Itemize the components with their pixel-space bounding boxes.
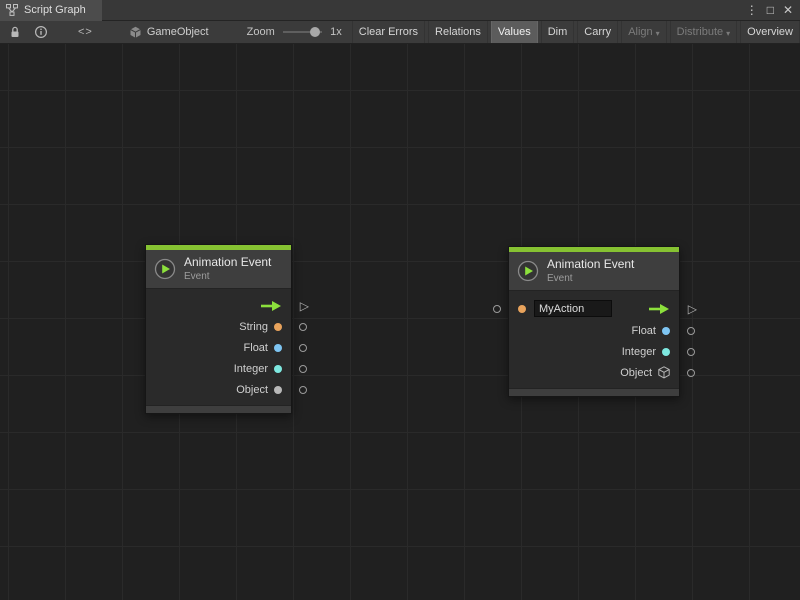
window-titlebar: Script Graph ⋮ □ ✕ <box>0 0 800 21</box>
flow-arrow-icon <box>648 303 670 315</box>
object-output-port[interactable] <box>299 386 307 394</box>
zoom-value: 1x <box>330 26 342 38</box>
string-dot-icon <box>274 323 282 331</box>
graph-toolbar: <> GameObject Zoom 1x Clear Errors Relat… <box>0 21 800 44</box>
float-dot-icon <box>662 327 670 335</box>
clear-errors-button[interactable]: Clear Errors <box>352 21 425 44</box>
node-title: Animation Event <box>184 255 271 269</box>
integer-dot-icon <box>662 348 670 356</box>
port-label: Integer <box>622 346 656 358</box>
overview-button[interactable]: Overview <box>740 21 800 44</box>
port-label: Object <box>620 367 652 379</box>
node-subtitle: Event <box>184 271 271 282</box>
port-label: String <box>239 321 268 333</box>
node-animation-event-left[interactable]: Animation Event Event ▷ String Float <box>145 244 292 414</box>
play-icon <box>517 260 539 282</box>
port-label: Float <box>244 342 268 354</box>
lock-icon[interactable] <box>8 25 22 39</box>
port-row-string: String <box>146 316 291 337</box>
align-button[interactable]: Align ▾ <box>621 21 666 44</box>
script-graph-icon <box>6 4 18 16</box>
zoom-slider[interactable] <box>283 25 322 39</box>
gameobject-label[interactable]: GameObject <box>147 26 209 38</box>
action-name-input[interactable] <box>534 300 612 317</box>
node-subtitle: Event <box>547 273 634 284</box>
carry-button[interactable]: Carry <box>577 21 618 44</box>
string-input-port[interactable] <box>493 305 501 313</box>
tab-label: Script Graph <box>24 4 86 16</box>
play-icon <box>154 258 176 280</box>
float-output-port[interactable] <box>299 344 307 352</box>
zoom-slider-handle[interactable] <box>310 27 320 37</box>
integer-dot-icon <box>274 365 282 373</box>
float-dot-icon <box>274 344 282 352</box>
node-title: Animation Event <box>547 257 634 271</box>
tab-script-graph[interactable]: Script Graph <box>0 0 102 21</box>
info-icon[interactable] <box>34 25 48 39</box>
node-header[interactable]: Animation Event Event <box>146 250 291 289</box>
node-footer <box>509 388 679 396</box>
flow-arrow-icon <box>260 300 282 312</box>
string-output-port[interactable] <box>299 323 307 331</box>
object-dot-icon <box>274 386 282 394</box>
object-output-port[interactable] <box>687 369 695 377</box>
window-controls: ⋮ □ ✕ <box>746 4 800 16</box>
integer-output-port[interactable] <box>299 365 307 373</box>
relations-button[interactable]: Relations <box>428 21 488 44</box>
port-row-integer: Integer <box>146 358 291 379</box>
node-footer <box>146 405 291 413</box>
chevron-down-icon: ▾ <box>726 29 730 38</box>
flow-output-port[interactable]: ▷ <box>300 300 309 312</box>
object-cube-icon <box>658 366 670 379</box>
code-icon[interactable]: <> <box>78 26 93 38</box>
maximize-icon[interactable]: □ <box>767 4 774 16</box>
flow-output-row: ▷ <box>146 295 291 316</box>
flow-output-port[interactable]: ▷ <box>688 303 697 315</box>
close-icon[interactable]: ✕ <box>783 4 793 16</box>
port-row-object: Object <box>509 362 679 383</box>
name-input-row: ▷ <box>509 297 679 320</box>
port-row-float: Float <box>509 320 679 341</box>
distribute-button[interactable]: Distribute ▾ <box>670 21 737 44</box>
node-body: ▷ Float Integer Object <box>509 291 679 388</box>
integer-output-port[interactable] <box>687 348 695 356</box>
node-titles: Animation Event Event <box>547 257 634 284</box>
string-dot-icon <box>518 305 526 313</box>
distribute-label: Distribute <box>677 26 723 38</box>
port-row-integer: Integer <box>509 341 679 362</box>
node-header[interactable]: Animation Event Event <box>509 252 679 291</box>
port-label: Float <box>632 325 656 337</box>
graph-canvas[interactable]: Animation Event Event ▷ String Float <box>0 44 800 600</box>
zoom-label: Zoom <box>247 26 275 38</box>
port-label: Object <box>236 384 268 396</box>
dim-button[interactable]: Dim <box>541 21 575 44</box>
node-animation-event-right[interactable]: Animation Event Event ▷ Float I <box>508 246 680 397</box>
node-body: ▷ String Float Integer Object <box>146 289 291 405</box>
values-button[interactable]: Values <box>491 21 538 44</box>
window-menu-icon[interactable]: ⋮ <box>746 4 758 16</box>
node-titles: Animation Event Event <box>184 255 271 282</box>
float-output-port[interactable] <box>687 327 695 335</box>
gameobject-icon <box>129 26 142 39</box>
port-row-object: Object <box>146 379 291 400</box>
chevron-down-icon: ▾ <box>656 29 660 38</box>
port-row-float: Float <box>146 337 291 358</box>
align-label: Align <box>628 26 652 38</box>
toolbar-buttons: Clear Errors Relations Values Dim Carry … <box>352 21 800 44</box>
port-label: Integer <box>234 363 268 375</box>
